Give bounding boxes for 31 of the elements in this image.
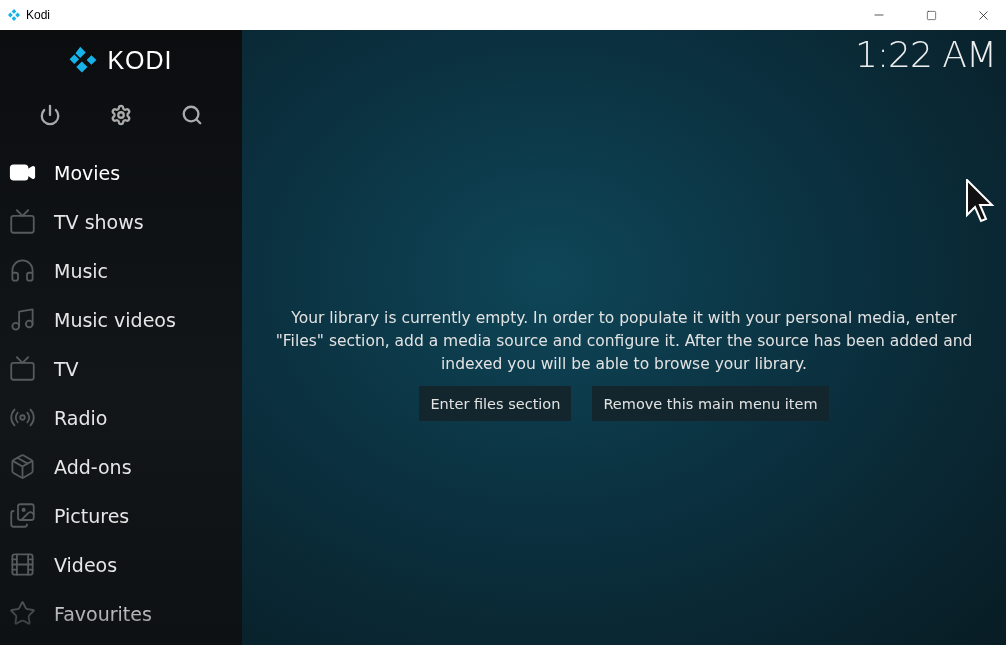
menu-item[interactable]: Favourites bbox=[0, 589, 242, 638]
menu-item[interactable]: Add-ons bbox=[0, 442, 242, 491]
menu-icon bbox=[9, 551, 36, 578]
kodi-logo-icon bbox=[8, 9, 20, 21]
kodi-logo-icon bbox=[69, 46, 98, 74]
menu-item[interactable]: Movies bbox=[0, 148, 242, 197]
menu-icon bbox=[9, 257, 36, 284]
menu-item[interactable]: Music videos bbox=[0, 295, 242, 344]
menu-icon bbox=[9, 306, 36, 333]
action-button[interactable]: Remove this main menu item bbox=[592, 386, 829, 421]
menu-item[interactable]: TV shows bbox=[0, 197, 242, 246]
menu-item[interactable]: Pictures bbox=[0, 491, 242, 540]
menu-item[interactable]: Videos bbox=[0, 540, 242, 589]
power-button[interactable] bbox=[38, 104, 61, 126]
menu-icon bbox=[9, 502, 36, 529]
maximize-icon bbox=[925, 9, 937, 21]
menu-icon bbox=[9, 600, 36, 627]
empty-library-message: Your library is currently empty. In order to populate it with your personal media, enter "Files" section, add a media source and configure it. After the source has been added and indexed you will be able to browse your library. bbox=[274, 308, 974, 375]
action-button[interactable]: Enter files section bbox=[419, 386, 572, 421]
menu-item[interactable]: TV bbox=[0, 344, 242, 393]
mouse-pointer-icon bbox=[966, 179, 996, 223]
menu-item[interactable]: Music bbox=[0, 246, 242, 295]
clock: 1:22 AM bbox=[855, 33, 997, 75]
settings-button[interactable] bbox=[110, 104, 132, 126]
menu-icon bbox=[9, 208, 36, 235]
window-title: Kodi bbox=[26, 8, 52, 22]
menu-icon bbox=[9, 453, 36, 480]
menu-item[interactable]: Radio bbox=[0, 393, 242, 442]
menu-icon bbox=[9, 355, 36, 382]
search-button[interactable] bbox=[181, 104, 204, 126]
logo-text: KODI bbox=[107, 45, 173, 75]
